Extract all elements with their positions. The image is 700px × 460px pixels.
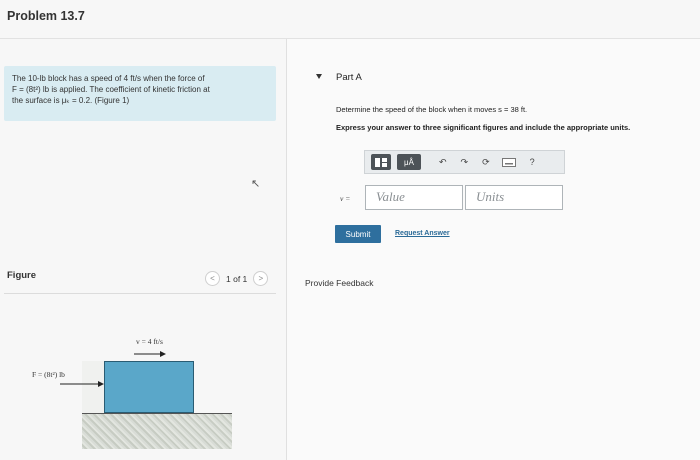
mouse-cursor-icon: ↖ xyxy=(251,178,261,190)
submit-button[interactable]: Submit xyxy=(335,225,381,243)
top-bar: Problem 13.7 xyxy=(0,0,700,39)
part-title[interactable]: Part A xyxy=(336,72,362,83)
question-text: Determine the speed of the block when it… xyxy=(336,105,528,114)
velocity-label: v = 4 ft/s xyxy=(136,337,163,346)
force-label: F = (8t²) lb xyxy=(32,370,65,379)
math-toolbar: μÅ ↶ ↷ ⟳ ? xyxy=(364,150,565,174)
figure-pager: < 1 of 1 > xyxy=(205,271,269,286)
templates-icon[interactable] xyxy=(371,154,391,170)
units-symbol-button[interactable]: μÅ xyxy=(397,154,421,170)
units-input[interactable]: Units xyxy=(465,185,563,210)
problem-statement: The 10-lb block has a speed of 4 ft/s wh… xyxy=(4,66,276,121)
reset-icon[interactable]: ⟳ xyxy=(482,154,490,170)
value-input[interactable]: Value xyxy=(365,185,463,210)
figure-divider xyxy=(4,293,276,294)
collapse-part-icon[interactable] xyxy=(316,74,322,79)
statement-line-1: The 10-lb block has a speed of 4 ft/s wh… xyxy=(12,74,205,83)
redo-icon[interactable]: ↷ xyxy=(461,154,469,170)
column-divider xyxy=(286,39,287,460)
provide-feedback-link[interactable]: Provide Feedback xyxy=(305,278,374,288)
keyboard-icon[interactable] xyxy=(501,154,516,170)
problem-title: Problem 13.7 xyxy=(7,9,85,23)
figure-label: Figure xyxy=(7,270,37,281)
block-figure: v = 4 ft/s F = (8t²) lb xyxy=(30,330,280,460)
statement-line-2: F = (8t²) lb is applied. The coefficient… xyxy=(12,85,210,94)
pager-text: 1 of 1 xyxy=(226,273,248,284)
statement-line-3: the surface is μₖ = 0.2. (Figure 1) xyxy=(12,96,130,105)
prev-figure-button[interactable]: < xyxy=(205,271,220,286)
help-button[interactable]: ? xyxy=(530,154,535,170)
page: Problem 13.7 The 10-lb block has a speed… xyxy=(0,0,700,460)
figure-arrows xyxy=(60,351,166,387)
instructions-text: Express your answer to three significant… xyxy=(336,123,631,132)
undo-icon[interactable]: ↶ xyxy=(439,154,447,170)
next-figure-button[interactable]: > xyxy=(253,271,269,286)
answer-label: v = xyxy=(340,194,351,203)
request-answer-link[interactable]: Request Answer xyxy=(395,230,450,237)
